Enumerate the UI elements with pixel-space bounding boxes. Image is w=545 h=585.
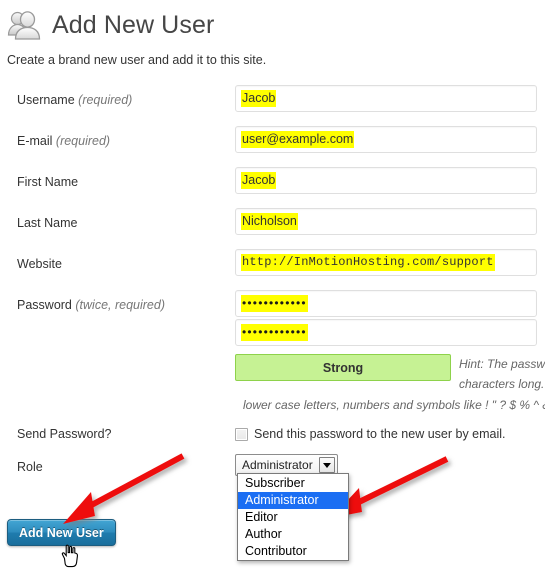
password-hint-line-2: characters long. bbox=[459, 377, 545, 391]
password-input[interactable]: •••••••••••• bbox=[235, 290, 537, 317]
role-option-administrator[interactable]: Administrator bbox=[238, 492, 348, 509]
add-new-user-button[interactable]: Add New User bbox=[7, 519, 116, 546]
role-select-value: Administrator bbox=[242, 458, 313, 472]
label-role: Role bbox=[0, 448, 235, 475]
page-title: Add New User bbox=[52, 11, 215, 39]
website-input-value: http://InMotionHosting.com/support bbox=[241, 254, 495, 271]
label-send-password-text: Send Password? bbox=[17, 427, 112, 441]
control-send-password: Send this password to the new user by em… bbox=[235, 414, 545, 441]
page-header: Add New User bbox=[0, 0, 545, 44]
page-subtitle: Create a brand new user and add it to th… bbox=[7, 53, 267, 67]
label-role-text: Role bbox=[17, 460, 43, 474]
password-hint-line-3: lower case letters, numbers and symbols … bbox=[243, 398, 545, 412]
form-row-last-name: Last Name Nicholson bbox=[0, 206, 545, 247]
label-password: Password (twice, required) bbox=[0, 288, 235, 313]
submit-row: Add New User bbox=[7, 519, 116, 546]
label-username: Username (required) bbox=[0, 83, 235, 108]
label-email: E-mail (required) bbox=[0, 124, 235, 149]
label-password-qualifier: (twice, required) bbox=[75, 298, 165, 312]
control-website: http://InMotionHosting.com/support bbox=[235, 247, 545, 276]
last-name-input[interactable]: Nicholson bbox=[235, 208, 537, 235]
email-input-value: user@example.com bbox=[241, 131, 355, 148]
label-first-name: First Name bbox=[0, 165, 235, 190]
control-username: Jacob bbox=[235, 83, 545, 112]
form-row-username: Username (required) Jacob bbox=[0, 83, 545, 124]
send-password-checkbox-label: Send this password to the new user by em… bbox=[254, 427, 506, 441]
password-input-value: •••••••••••• bbox=[241, 295, 308, 312]
send-password-checkbox-line[interactable]: Send this password to the new user by em… bbox=[235, 416, 545, 441]
control-first-name: Jacob bbox=[235, 165, 545, 194]
form-row-send-password: Send Password? Send this password to the… bbox=[0, 414, 545, 448]
label-website: Website bbox=[0, 247, 235, 272]
form-row-website: Website http://InMotionHosting.com/suppo… bbox=[0, 247, 545, 288]
role-options-dropdown[interactable]: Subscriber Administrator Editor Author C… bbox=[237, 473, 349, 561]
users-icon bbox=[7, 8, 43, 44]
password-hint: Hint: The passwo characters long. bbox=[459, 354, 545, 394]
control-last-name: Nicholson bbox=[235, 206, 545, 235]
username-input[interactable]: Jacob bbox=[235, 85, 537, 112]
role-option-editor[interactable]: Editor bbox=[238, 509, 348, 526]
label-last-name: Last Name bbox=[0, 206, 235, 231]
form-row-role: Role Administrator Subscriber Administra… bbox=[0, 448, 545, 561]
label-email-text: E-mail bbox=[17, 134, 53, 148]
last-name-input-value: Nicholson bbox=[241, 213, 298, 230]
form-row-first-name: First Name Jacob bbox=[0, 165, 545, 206]
label-website-text: Website bbox=[17, 257, 62, 271]
password-hint-line-1: Hint: The passwo bbox=[459, 357, 545, 371]
password-confirm-input[interactable]: •••••••••••• bbox=[235, 319, 537, 346]
role-option-contributor[interactable]: Contributor bbox=[238, 543, 348, 560]
send-password-checkbox[interactable] bbox=[235, 427, 248, 441]
password-confirm-input-value: •••••••••••• bbox=[241, 324, 308, 341]
label-email-qualifier: (required) bbox=[55, 134, 111, 148]
password-strength-wrap: Strong Hint: The passwo characters long. bbox=[235, 348, 545, 394]
password-strength-indicator: Strong bbox=[235, 354, 451, 381]
email-input[interactable]: user@example.com bbox=[235, 126, 537, 153]
add-new-user-form: Username (required) Jacob E-mail (requir… bbox=[0, 83, 545, 561]
form-row-password: Password (twice, required) •••••••••••• … bbox=[0, 288, 545, 414]
first-name-input-value: Jacob bbox=[241, 172, 277, 189]
label-send-password: Send Password? bbox=[0, 414, 235, 442]
role-option-author[interactable]: Author bbox=[238, 526, 348, 543]
control-email: user@example.com bbox=[235, 124, 545, 153]
control-role: Administrator Subscriber Administrator E… bbox=[235, 448, 545, 561]
control-password: •••••••••••• •••••••••••• Strong Hint: T… bbox=[235, 288, 545, 414]
label-username-qualifier: (required) bbox=[78, 93, 133, 107]
role-option-subscriber[interactable]: Subscriber bbox=[238, 475, 348, 492]
website-input[interactable]: http://InMotionHosting.com/support bbox=[235, 249, 537, 276]
label-username-text: Username bbox=[17, 93, 75, 107]
label-password-text: Password bbox=[17, 298, 72, 312]
form-row-email: E-mail (required) user@example.com bbox=[0, 124, 545, 165]
first-name-input[interactable]: Jacob bbox=[235, 167, 537, 194]
username-input-value: Jacob bbox=[241, 90, 277, 107]
label-first-name-text: First Name bbox=[17, 175, 79, 189]
label-last-name-text: Last Name bbox=[17, 216, 78, 230]
chevron-down-icon[interactable] bbox=[318, 457, 335, 473]
